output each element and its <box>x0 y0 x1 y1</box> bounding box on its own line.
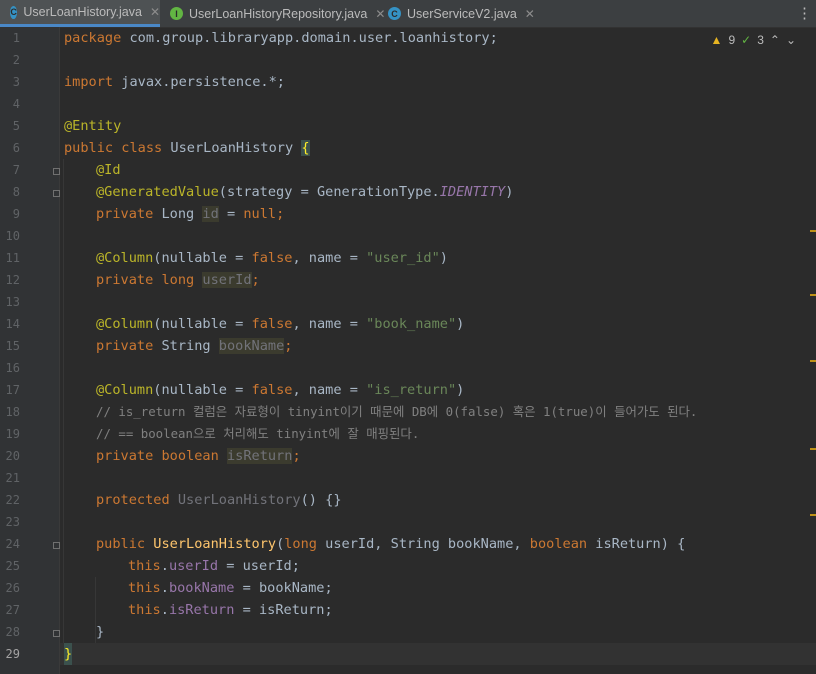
code-line-7: @Id <box>96 162 121 178</box>
line-number: 13 <box>5 295 20 309</box>
line-number: 22 <box>5 493 20 507</box>
line-number: 14 <box>5 317 20 331</box>
previous-highlight-icon[interactable]: ⌃ <box>770 33 780 47</box>
warning-count: 9 <box>728 33 736 47</box>
line-number: 9 <box>12 207 20 221</box>
code-line-26: this.bookName = bookName; <box>128 580 333 596</box>
warning-stripe[interactable] <box>810 294 816 296</box>
code-line-3: import javax.persistence.*; <box>64 74 285 90</box>
code-line-5: @Entity <box>64 118 122 134</box>
more-options-icon[interactable]: ⋮ <box>797 4 812 22</box>
indent-guide <box>63 159 64 643</box>
line-number: 28 <box>5 625 20 639</box>
code-line-25: this.userId = userId; <box>128 558 300 574</box>
line-number: 18 <box>5 405 20 419</box>
line-number: 10 <box>5 229 20 243</box>
line-number: 6 <box>12 141 20 155</box>
tab-label: UserLoanHistoryRepository.java <box>189 6 368 21</box>
code-line-20: private boolean isReturn; <box>96 448 301 464</box>
line-number: 24 <box>5 537 20 551</box>
fold-marker-icon[interactable] <box>53 542 60 549</box>
line-number: 29 <box>5 647 20 661</box>
tab-userservicev2[interactable]: C UserServiceV2.java ✕ <box>388 0 535 27</box>
code-line-24: public UserLoanHistory(long userId, Stri… <box>96 536 686 552</box>
line-number: 12 <box>5 273 20 287</box>
code-line-15: private String bookName; <box>96 338 293 354</box>
code-line-6: public class UserLoanHistory { <box>64 140 310 156</box>
line-number: 2 <box>12 53 20 67</box>
warning-icon: ▲ <box>710 33 723 47</box>
fold-marker-icon[interactable] <box>53 168 60 175</box>
code-line-1: package com.group.libraryapp.domain.user… <box>64 30 498 46</box>
warning-stripe[interactable] <box>810 514 816 516</box>
line-number: 1 <box>12 31 20 45</box>
class-icon: C <box>388 7 401 20</box>
code-line-12: private long userId; <box>96 272 260 288</box>
code-line-14: @Column(nullable = false, name = "book_n… <box>96 316 465 332</box>
line-number: 26 <box>5 581 20 595</box>
line-number: 17 <box>5 383 20 397</box>
code-line-19: // == boolean으로 처리해도 tinyint에 잘 매핑된다. <box>96 426 420 441</box>
code-line-18: // is_return 컬럼은 자료형이 tinyint이기 때문에 DB에 … <box>96 404 698 419</box>
line-number: 25 <box>5 559 20 573</box>
code-line-29: } <box>64 643 73 665</box>
code-line-28: } <box>96 624 105 640</box>
current-line-highlight <box>60 643 816 665</box>
code-line-11: @Column(nullable = false, name = "user_i… <box>96 250 448 266</box>
fold-marker-icon[interactable] <box>53 190 60 197</box>
tab-userloanhistoryrepository[interactable]: I UserLoanHistoryRepository.java ✕ <box>170 0 385 27</box>
interface-icon: I <box>170 7 183 20</box>
tab-label: UserLoanHistory.java <box>23 5 142 19</box>
editor-tab-bar: C UserLoanHistory.java ✕ I UserLoanHisto… <box>0 0 816 28</box>
fold-marker-icon[interactable] <box>53 630 60 637</box>
code-line-22: protected UserLoanHistory() {} <box>96 492 342 508</box>
class-icon: C <box>10 5 18 19</box>
line-number: 5 <box>12 119 20 133</box>
line-number: 8 <box>12 185 20 199</box>
line-number: 19 <box>5 427 20 441</box>
line-number: 4 <box>12 97 20 111</box>
weak-warning-icon: ✓ <box>741 33 752 47</box>
line-number: 3 <box>12 75 20 89</box>
warning-stripe[interactable] <box>810 448 816 450</box>
line-number-gutter: 1 2 3 4 5 6 7 8 9 10 11 12 13 14 15 16 1… <box>0 27 60 674</box>
next-highlight-icon[interactable]: ⌄ <box>786 33 796 47</box>
close-icon[interactable]: ✕ <box>525 7 535 21</box>
code-line-8: @GeneratedValue(strategy = GenerationTyp… <box>96 184 514 200</box>
weak-warning-count: 3 <box>757 33 764 47</box>
line-number: 15 <box>5 339 20 353</box>
line-number: 20 <box>5 449 20 463</box>
line-number: 7 <box>12 163 20 177</box>
line-number: 27 <box>5 603 20 617</box>
code-line-27: this.isReturn = isReturn; <box>128 602 333 618</box>
line-number: 21 <box>5 471 20 485</box>
warning-stripe[interactable] <box>810 360 816 362</box>
code-line-17: @Column(nullable = false, name = "is_ret… <box>96 382 465 398</box>
line-number: 11 <box>5 251 20 265</box>
tab-userloanhistory[interactable]: C UserLoanHistory.java ✕ <box>0 0 160 27</box>
close-icon[interactable]: ✕ <box>375 7 385 21</box>
line-number: 16 <box>5 361 20 375</box>
close-icon[interactable]: ✕ <box>150 5 160 19</box>
line-number: 23 <box>5 515 20 529</box>
warning-stripe[interactable] <box>810 230 816 232</box>
tab-label: UserServiceV2.java <box>407 6 517 21</box>
inspection-widget[interactable]: ▲ 9 ✓ 3 ⌃ ⌄ <box>711 33 796 47</box>
code-editor[interactable]: package com.group.libraryapp.domain.user… <box>60 27 816 674</box>
code-line-9: private Long id = null; <box>96 206 285 222</box>
